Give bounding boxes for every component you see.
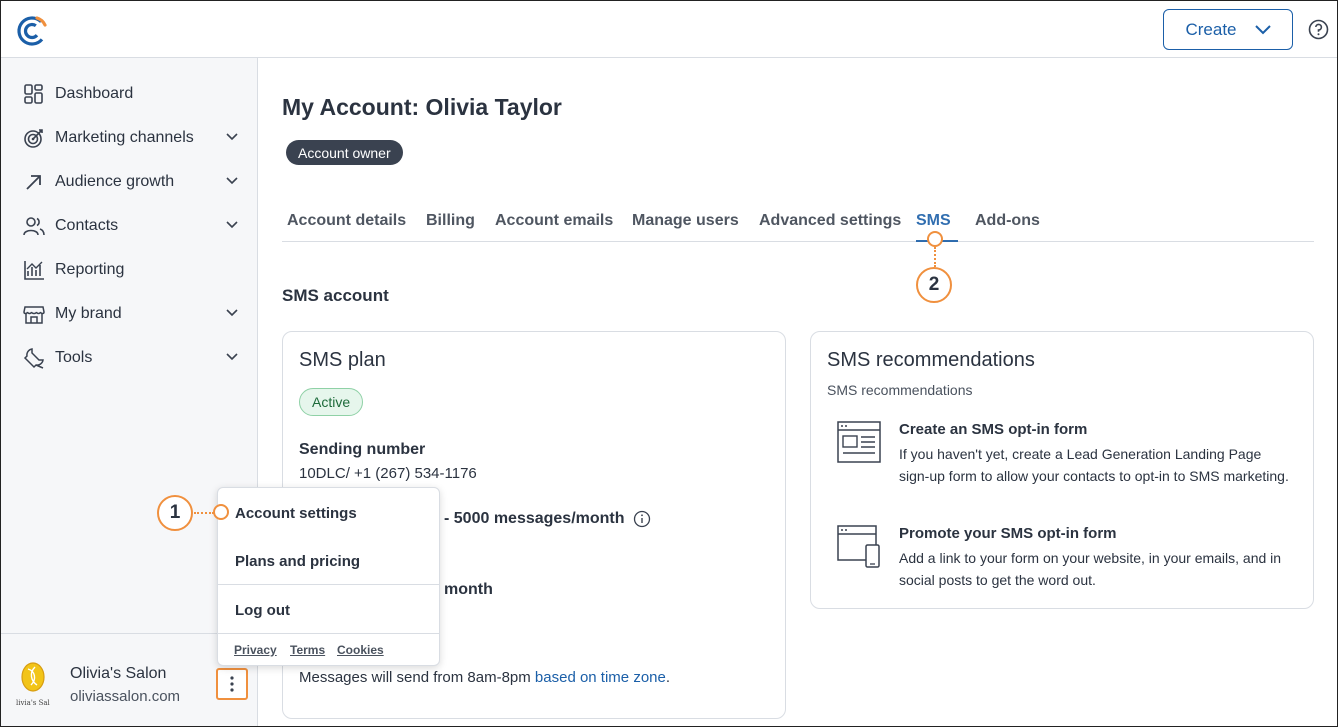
card-title: SMS plan [299, 349, 386, 371]
page-title: My Account: Olivia Taylor [282, 94, 562, 120]
create-button-label: Create [1185, 19, 1237, 39]
brand-logo-icon[interactable] [15, 13, 49, 47]
recommendation-desc: Add a link to your form on your website,… [899, 550, 1282, 588]
recommendation-title: Promote your SMS opt-in form [899, 525, 1117, 542]
sending-number-value: 10DLC/ +1 (267) 534-1176 [299, 465, 477, 482]
chevron-down-icon [226, 221, 238, 229]
chart-icon [24, 261, 44, 280]
status-badge: Active [299, 388, 364, 416]
menu-divider [218, 633, 439, 634]
sidebar-item-label: Audience growth [55, 173, 175, 190]
schedule-text-main: Messages will send from 8am-8pm [299, 669, 531, 686]
more-vertical-icon [230, 676, 234, 692]
tab-account-details[interactable]: Account details [287, 212, 406, 242]
cookies-link[interactable]: Cookies [337, 643, 384, 657]
recommendation-item[interactable]: Promote your SMS opt-in form Add a link … [827, 525, 1297, 595]
wrench-icon [23, 348, 44, 369]
chevron-down-icon [226, 177, 238, 185]
sidebar-item-label: Reporting [55, 261, 125, 278]
callout-connector [934, 247, 936, 267]
chevron-down-icon [226, 353, 238, 361]
target-icon [24, 129, 43, 148]
org-name: Olivia's Salon [70, 665, 167, 682]
tab-add-ons[interactable]: Add-ons [975, 212, 1040, 242]
arrow-up-right-icon [26, 175, 41, 190]
people-icon [23, 217, 45, 236]
sidebar-item-label: Dashboard [55, 85, 134, 102]
top-bar: Create [1, 1, 1337, 58]
privacy-link[interactable]: Privacy [234, 643, 277, 657]
sidebar-item-reporting[interactable]: Reporting [1, 250, 258, 290]
terms-link[interactable]: Terms [290, 643, 325, 657]
chevron-down-icon [226, 133, 238, 141]
avatar-text: livia's Sal [16, 699, 51, 707]
sidebar-item-label: My brand [55, 305, 122, 322]
schedule-text: Messages will send from 8am-8pm based on… [299, 669, 670, 686]
time-zone-link[interactable]: based on time zone [535, 669, 666, 686]
sidebar-item-label: Tools [55, 349, 93, 366]
org-url: oliviassalon.com [70, 688, 181, 705]
tab-billing[interactable]: Billing [426, 212, 475, 242]
devices-icon [837, 525, 880, 568]
plan-month-text: month [444, 581, 493, 598]
sms-recommendations-card: SMS recommendations SMS recommendations … [810, 331, 1314, 609]
recommendation-item[interactable]: Create an SMS opt-in form If you haven't… [827, 421, 1297, 511]
form-layout-icon [837, 421, 881, 463]
sidebar-item-contacts[interactable]: Contacts [1, 206, 258, 246]
card-subtitle: SMS recommendations [827, 382, 973, 398]
card-title: SMS recommendations [827, 349, 1035, 371]
section-title: SMS account [282, 286, 389, 305]
menu-divider [218, 584, 439, 585]
plan-messages-text: - 5000 messages/month [444, 510, 625, 527]
sidebar-item-my-brand[interactable]: My brand [1, 294, 258, 334]
tab-manage-users[interactable]: Manage users [632, 212, 739, 242]
callout-marker [927, 231, 943, 247]
callout-marker [213, 504, 229, 520]
info-icon[interactable] [633, 510, 651, 528]
tab-account-emails[interactable]: Account emails [495, 212, 613, 242]
tab-advanced-settings[interactable]: Advanced settings [759, 212, 901, 242]
account-menu-button[interactable] [216, 668, 248, 700]
account-dropdown-menu: Account settings Plans and pricing Log o… [217, 487, 440, 666]
sidebar-item-dashboard[interactable]: Dashboard [1, 74, 258, 114]
schedule-text-end: . [665, 669, 671, 686]
sending-number-label: Sending number [299, 441, 426, 458]
storefront-icon [23, 306, 45, 324]
chevron-down-icon [1254, 24, 1271, 34]
callout-badge-2: 2 [916, 267, 952, 303]
sidebar-item-label: Contacts [55, 217, 119, 234]
recommendation-title: Create an SMS opt-in form [899, 421, 1088, 438]
callout-badge-1: 1 [157, 495, 193, 531]
sidebar-item-marketing-channels[interactable]: Marketing channels [1, 118, 258, 158]
menu-item-log-out[interactable]: Log out [235, 602, 290, 619]
avatar[interactable]: livia's Sal [15, 659, 51, 715]
sidebar-item-audience-growth[interactable]: Audience growth [1, 162, 258, 202]
menu-item-account-settings[interactable]: Account settings [235, 505, 357, 522]
account-owner-badge: Account owner [286, 140, 403, 165]
dashboard-icon [24, 84, 43, 104]
callout-connector [194, 512, 214, 514]
help-icon[interactable] [1308, 19, 1329, 40]
account-tabs: Account details Billing Account emails M… [282, 212, 1314, 242]
menu-item-plans-pricing[interactable]: Plans and pricing [235, 553, 360, 570]
app-frame: Create Dashboard Marketing channels Audi… [0, 0, 1338, 727]
sidebar-item-tools[interactable]: Tools [1, 338, 258, 378]
create-button[interactable]: Create [1163, 9, 1293, 50]
recommendation-desc: If you haven't yet, create a Lead Genera… [899, 446, 1289, 484]
chevron-down-icon [226, 309, 238, 317]
sidebar-item-label: Marketing channels [55, 129, 194, 146]
